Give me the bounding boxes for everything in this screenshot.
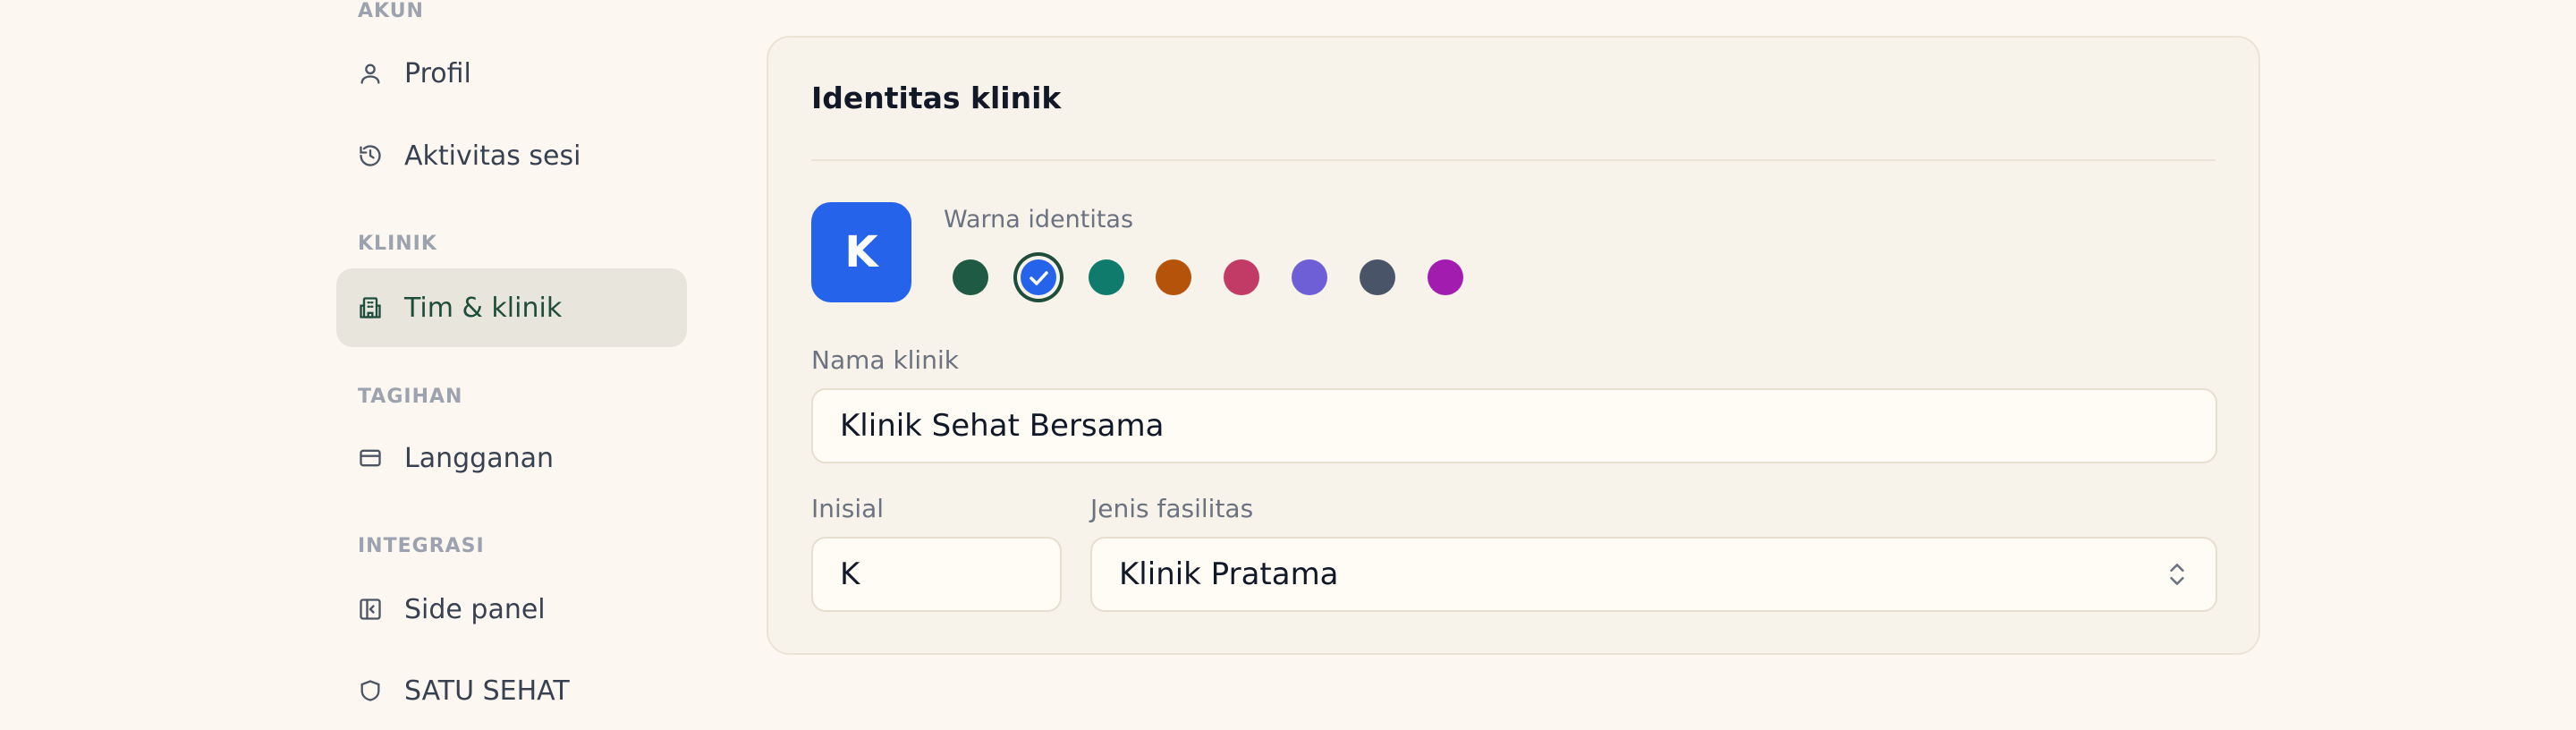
color-swatch-slate[interactable] [1360, 259, 1395, 295]
section-label-klinik: KLINIK [358, 233, 437, 255]
avatar-initial: K [844, 227, 878, 277]
sidebar-item-langganan[interactable]: Langganan [336, 419, 687, 497]
divider [811, 159, 2216, 161]
settings-sidebar: AKUN Profil Aktivitas sesi KLINIK Tim & … [336, 0, 687, 707]
shield-icon [360, 680, 380, 701]
color-swatch-teal[interactable] [1089, 259, 1124, 295]
initial-value: K [840, 556, 860, 592]
section-label-integrasi: INTEGRASI [358, 535, 485, 557]
building-icon [360, 297, 381, 318]
clinic-name-input[interactable]: Klinik Sehat Bersama [811, 388, 2217, 463]
card-title: Identitas klinik [811, 81, 1062, 115]
sidebar-item-satusehat[interactable]: SATU SEHAT [336, 651, 687, 730]
sidebar-item-label: Profil [404, 57, 471, 89]
section-label-tagihan: TAGIHAN [358, 386, 463, 408]
color-swatch-magenta[interactable] [1428, 259, 1463, 295]
facility-type-value: Klinik Pratama [1119, 556, 1339, 592]
sidebar-item-label: Aktivitas sesi [404, 140, 581, 172]
clinic-identity-card: Identitas klinik K Warna identitas Nama … [767, 36, 2260, 655]
chevron-updown-icon [2170, 564, 2184, 585]
sidebar-item-label: Langganan [404, 442, 554, 474]
initial-label: Inisial [811, 494, 885, 523]
facility-type-select[interactable]: Klinik Pratama [1090, 537, 2217, 612]
sidebar-item-side-panel[interactable]: Side panel [336, 570, 687, 649]
sidebar-item-label: Tim & klinik [404, 292, 563, 324]
sidebar-item-aktivitas-sesi[interactable]: Aktivitas sesi [336, 116, 687, 195]
check-icon [1030, 271, 1048, 285]
sidebar-item-label: SATU SEHAT [404, 675, 570, 707]
user-icon [360, 64, 380, 84]
color-swatch-blue-selected[interactable] [1021, 259, 1056, 295]
sidebar-item-tim-klinik[interactable]: Tim & klinik [336, 268, 687, 347]
facility-type-label: Jenis fasilitas [1090, 494, 1254, 523]
color-swatch-pink[interactable] [1224, 259, 1259, 295]
history-icon [360, 145, 381, 166]
color-picker-label: Warna identitas [944, 206, 1134, 233]
side-panel-icon [360, 598, 381, 620]
clinic-name-value: Klinik Sehat Bersama [840, 408, 1165, 444]
color-swatch-orange[interactable] [1156, 259, 1191, 295]
sidebar-item-profil[interactable]: Profil [336, 34, 687, 113]
section-label-akun: AKUN [358, 0, 424, 22]
color-swatch-purple[interactable] [1292, 259, 1327, 295]
color-swatch-dark-green[interactable] [953, 259, 988, 295]
clinic-avatar: K [811, 202, 911, 302]
initial-input[interactable]: K [811, 537, 1062, 612]
card-icon [360, 449, 381, 467]
sidebar-item-label: Side panel [404, 593, 546, 625]
clinic-name-label: Nama klinik [811, 345, 959, 375]
